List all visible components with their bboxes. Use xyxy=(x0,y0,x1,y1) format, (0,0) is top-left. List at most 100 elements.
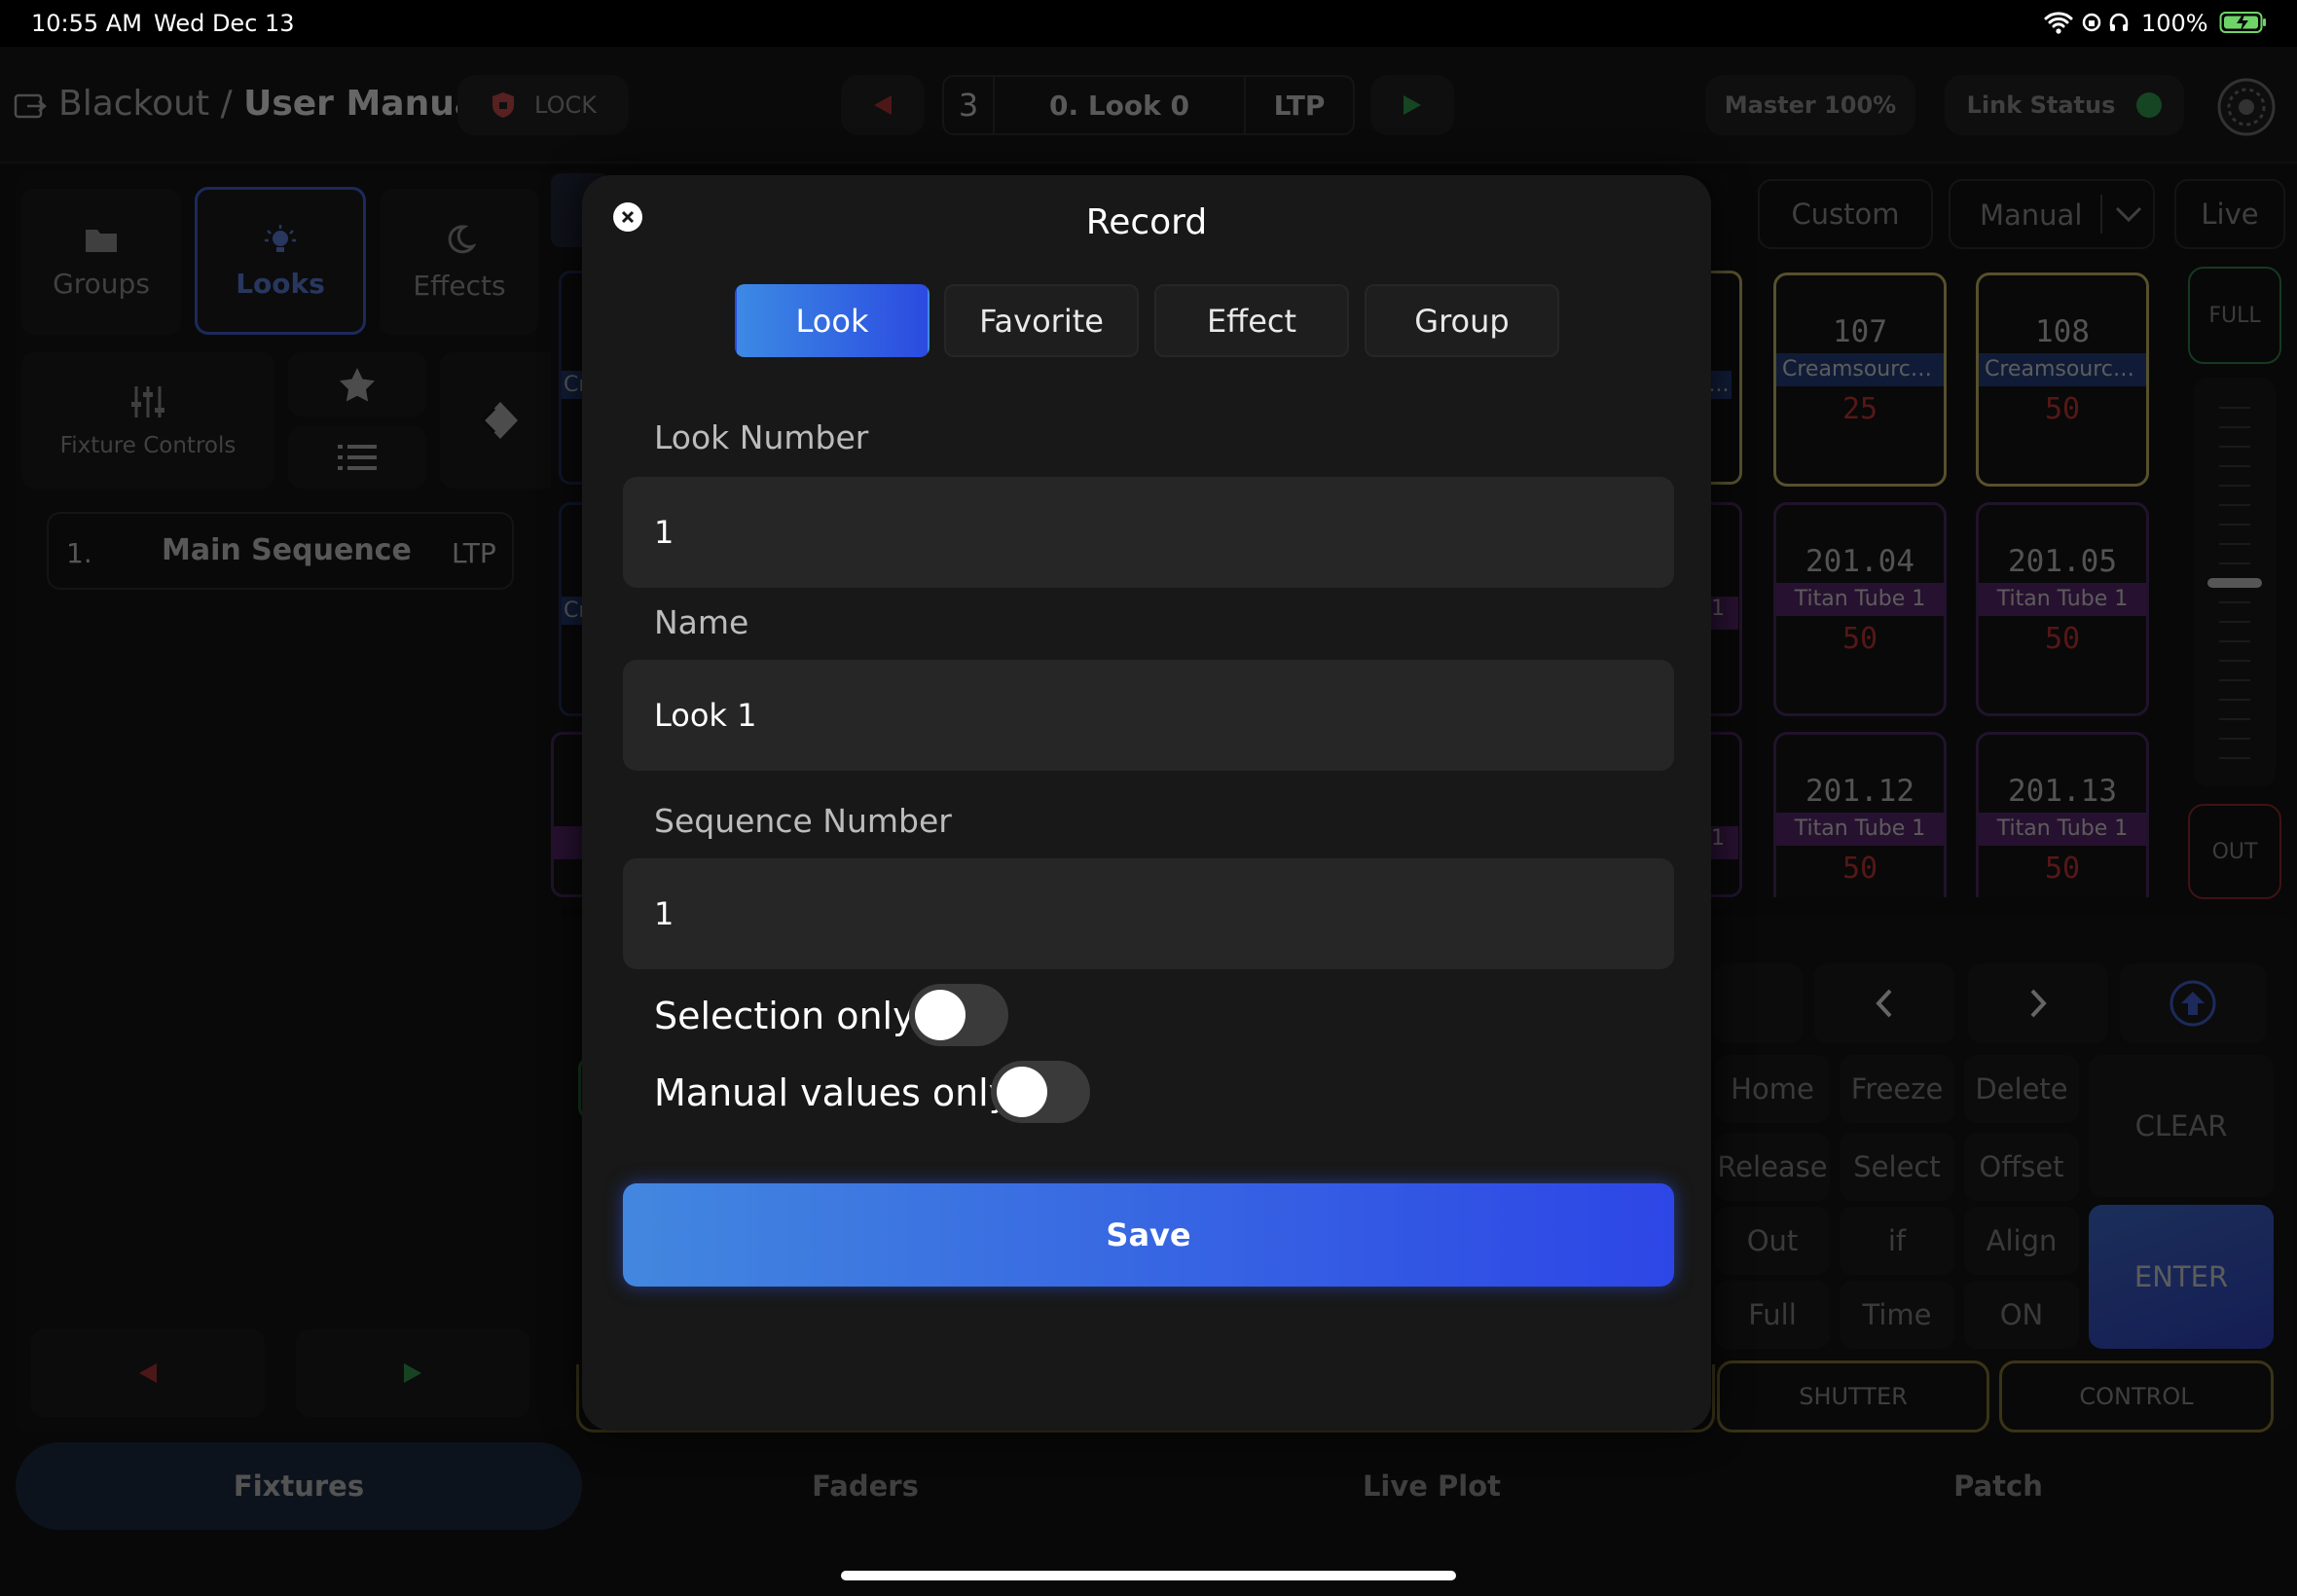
list-view-button[interactable] xyxy=(288,426,426,489)
app-header: Blackout / User Manual LOCK 3 0. Look 0 … xyxy=(0,47,2297,163)
fader-full-button[interactable]: FULL xyxy=(2188,267,2281,364)
status-time: 10:55 AM xyxy=(31,10,142,37)
fixture-number: 201.05 xyxy=(2008,544,2117,579)
fixture-tile[interactable]: 201.05 Titan Tube 1 50 xyxy=(1976,502,2149,716)
page-next-button[interactable] xyxy=(1968,963,2108,1043)
key-on[interactable]: ON xyxy=(1964,1281,2079,1349)
tab-group[interactable]: Group xyxy=(1365,284,1559,357)
manual-values-only-label: Manual values only xyxy=(654,1071,1011,1114)
favorites-button[interactable] xyxy=(288,352,426,417)
link-status-button[interactable]: Link Status xyxy=(1945,75,2184,135)
fixture-tile[interactable]: 201.04 Titan Tube 1 50 xyxy=(1773,502,1947,716)
fixture-intensity: 50 xyxy=(2044,622,2081,656)
shift-button[interactable] xyxy=(2120,963,2266,1043)
next-cue-button[interactable] xyxy=(1370,75,1454,135)
key-release[interactable]: Release xyxy=(1715,1133,1830,1201)
fixture-intensity: 50 xyxy=(1841,622,1878,656)
key-time[interactable]: Time xyxy=(1840,1281,1954,1349)
fixture-controls-tab[interactable]: Fixture Controls xyxy=(21,352,274,489)
fixture-tile[interactable]: 107 Creamsource... 25 xyxy=(1773,272,1947,487)
looks-label: Looks xyxy=(236,267,325,300)
sequence-row[interactable]: 1. Main Sequence LTP xyxy=(47,512,514,590)
custom-view-button[interactable]: Custom xyxy=(1758,179,1933,249)
tab-favorite[interactable]: Favorite xyxy=(944,284,1139,357)
tab-patch[interactable]: Patch xyxy=(1715,1442,2281,1530)
selection-only-label: Selection only xyxy=(654,995,915,1037)
name-field[interactable]: Look 1 xyxy=(623,660,1674,771)
breadcrumb-parent[interactable]: Blackout xyxy=(58,84,209,124)
lock-label: LOCK xyxy=(534,91,597,119)
manual-values-only-toggle[interactable] xyxy=(991,1061,1090,1123)
orientation-lock-icon xyxy=(2082,13,2101,32)
live-view-button[interactable]: Live xyxy=(2174,179,2285,249)
status-date: Wed Dec 13 xyxy=(154,10,295,37)
home-indicator[interactable] xyxy=(841,1571,1456,1580)
page-prev-button[interactable] xyxy=(1814,963,1954,1043)
diamond-button[interactable] xyxy=(440,352,561,489)
key-enter[interactable]: ENTER xyxy=(2089,1205,2274,1349)
key-offset[interactable]: Offset xyxy=(1964,1133,2079,1201)
fixture-type: Creamsource... xyxy=(1776,353,1944,386)
toggle-knob xyxy=(915,990,966,1040)
show-file-icon[interactable] xyxy=(14,91,47,121)
key-full[interactable]: Full xyxy=(1715,1281,1830,1349)
sequence-number-field[interactable]: 1 xyxy=(623,858,1674,969)
effects-tab[interactable]: Effects xyxy=(380,189,539,335)
fixture-tile[interactable]: 201.13 Titan Tube 1 50 xyxy=(1976,732,2149,897)
key-clear[interactable]: CLEAR xyxy=(2089,1055,2274,1197)
selection-only-toggle[interactable] xyxy=(909,984,1008,1046)
lock-shield-icon xyxy=(492,92,515,118)
master-button[interactable]: Master 100% xyxy=(1705,75,1915,135)
lightbulb-icon xyxy=(265,224,296,252)
manual-dropdown[interactable]: Manual xyxy=(1949,179,2155,249)
looks-tab[interactable]: Looks xyxy=(195,187,366,335)
fixture-number: 108 xyxy=(2035,314,2090,349)
tab-live-plot[interactable]: Live Plot xyxy=(1148,1442,1715,1530)
logo-icon[interactable] xyxy=(2215,76,2278,138)
wifi-icon xyxy=(2044,12,2073,34)
play-left-icon xyxy=(874,95,892,115)
key-align[interactable]: Align xyxy=(1964,1207,2079,1275)
tab-fixtures[interactable]: Fixtures xyxy=(16,1442,582,1530)
previous-cue-button[interactable] xyxy=(841,75,925,135)
cue-number: 3 xyxy=(944,77,995,133)
control-button[interactable]: CONTROL xyxy=(1999,1360,2274,1433)
look-number-label: Look Number xyxy=(654,418,869,456)
moon-icon xyxy=(448,224,476,253)
cue-display[interactable]: 3 0. Look 0 LTP xyxy=(942,75,1355,135)
fixture-number: 201.12 xyxy=(1805,774,1914,809)
key-freeze[interactable]: Freeze xyxy=(1840,1055,1954,1123)
lock-button[interactable]: LOCK xyxy=(457,75,629,135)
key-delete[interactable]: Delete xyxy=(1964,1055,2079,1123)
fixture-tile[interactable]: 201.12 Titan Tube 1 50 xyxy=(1773,732,1947,897)
fixture-controls-label: Fixture Controls xyxy=(59,433,237,458)
tab-effect[interactable]: Effect xyxy=(1154,284,1349,357)
groups-tab[interactable]: Groups xyxy=(21,189,181,335)
link-status-indicator xyxy=(2136,92,2163,118)
key-home[interactable]: Home xyxy=(1715,1055,1830,1123)
fader-handle[interactable] xyxy=(2207,578,2262,588)
key-if[interactable]: if xyxy=(1840,1207,1954,1275)
battery-percent: 100% xyxy=(2141,10,2208,37)
fixture-number: 201.13 xyxy=(2008,774,2117,809)
tab-faders[interactable]: Faders xyxy=(582,1442,1148,1530)
fader-out-button[interactable]: OUT xyxy=(2188,804,2281,899)
list-icon xyxy=(338,445,377,470)
key-select[interactable]: Select xyxy=(1840,1133,1954,1201)
chevron-down-icon xyxy=(2115,206,2142,223)
key-out[interactable]: Out xyxy=(1715,1207,1830,1275)
look-number-field[interactable]: 1 xyxy=(623,477,1674,588)
headphones-icon xyxy=(2109,13,2129,31)
shutter-button[interactable]: SHUTTER xyxy=(1717,1360,1989,1433)
sequence-go-button[interactable] xyxy=(296,1329,529,1417)
sequence-back-button[interactable] xyxy=(31,1329,265,1417)
play-left-icon xyxy=(139,1363,157,1383)
fixture-tile[interactable]: 108 Creamsource... 50 xyxy=(1976,272,2149,487)
save-button[interactable]: Save xyxy=(623,1183,1674,1287)
toggle-knob xyxy=(997,1067,1047,1117)
sequence-number-label: Sequence Number xyxy=(654,802,952,840)
fixture-number: 107 xyxy=(1833,314,1887,349)
breadcrumb[interactable]: Blackout / User Manual xyxy=(58,84,490,124)
master-fader[interactable] xyxy=(2194,378,2276,786)
tab-look[interactable]: Look xyxy=(735,284,930,357)
